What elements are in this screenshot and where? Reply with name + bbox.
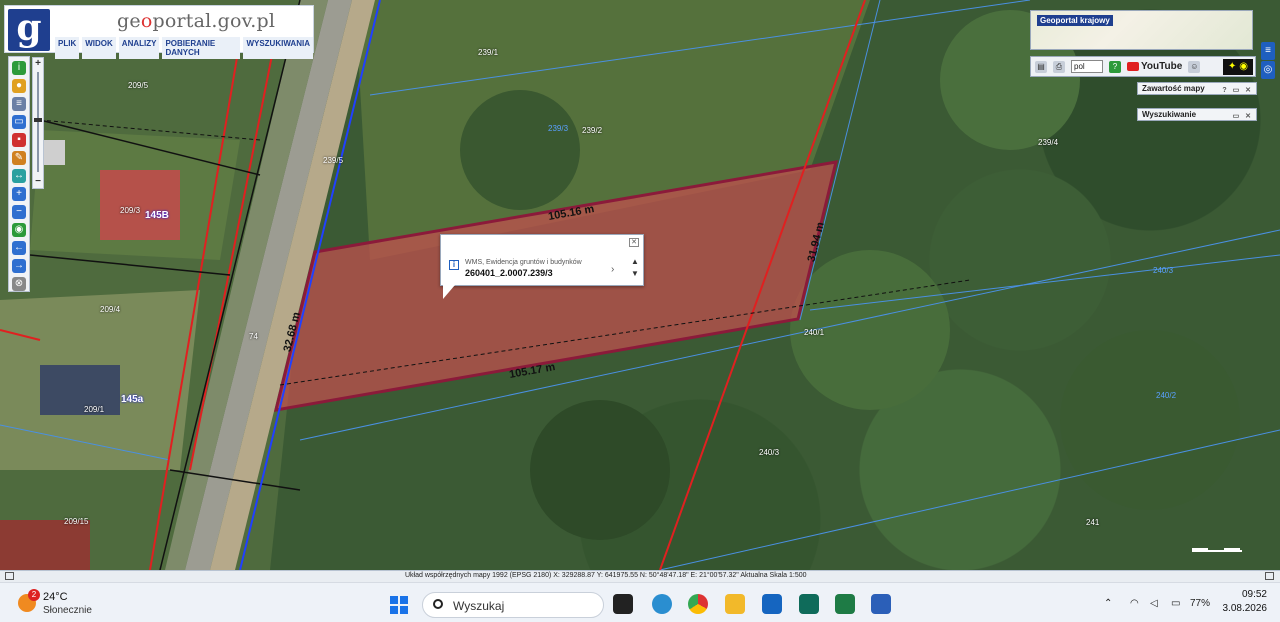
minimize-icon[interactable] bbox=[5, 572, 14, 580]
print-icon[interactable]: ⎙ bbox=[1053, 60, 1065, 73]
menu-pobieranie-danych[interactable]: POBIERANIE DANYCH bbox=[162, 37, 241, 59]
map-contents-panel[interactable]: Zawartość mapy? ▭ ✕ bbox=[1137, 82, 1257, 95]
document-icon[interactable]: ≡ bbox=[12, 97, 26, 111]
language-select[interactable]: pol bbox=[1071, 60, 1103, 73]
side-tab-eye-icon[interactable]: ◎ bbox=[1261, 61, 1275, 79]
maximize-icon[interactable] bbox=[1265, 572, 1274, 580]
scroll-down-icon[interactable]: ▼ bbox=[631, 269, 639, 279]
zoom-in-icon[interactable]: + bbox=[12, 187, 26, 201]
menu-widok[interactable]: WIDOK bbox=[82, 37, 116, 59]
parcel-label: 239/5 bbox=[323, 156, 344, 165]
media-icon[interactable] bbox=[799, 594, 819, 614]
menu-analizy[interactable]: ANALIZY bbox=[118, 37, 160, 59]
wifi-icon[interactable]: ◠ bbox=[1130, 598, 1139, 609]
popup-parcel-id[interactable]: 260401_2.0007.239/3 bbox=[465, 268, 553, 278]
parcel-label: 240/3 bbox=[759, 448, 780, 457]
search-placeholder: Wyszukaj bbox=[453, 599, 505, 613]
main-menu: PLIK WIDOK ANALIZY POBIERANIE DANYCH WYS… bbox=[55, 37, 313, 59]
parcel-label: 209/3 bbox=[120, 206, 141, 215]
windows-taskbar: 2 24°C Słonecznie Wyszukaj ⌃ ◠ ◁ ▭ 77% 0… bbox=[0, 582, 1280, 622]
side-tab-icon[interactable]: ≡ bbox=[1261, 42, 1275, 60]
overview-title: Geoportal krajowy bbox=[1037, 15, 1113, 26]
search-panel[interactable]: Wyszukiwanie ▭ ✕ bbox=[1137, 108, 1257, 121]
select-icon[interactable]: ▭ bbox=[12, 115, 26, 129]
globe-icon[interactable]: ◉ bbox=[12, 223, 26, 237]
zoom-minus-button[interactable]: − bbox=[33, 177, 43, 187]
clear-icon[interactable]: ⊗ bbox=[12, 277, 26, 291]
clock-date[interactable]: 3.08.2026 bbox=[1215, 603, 1268, 614]
start-button[interactable] bbox=[390, 596, 408, 614]
excel-icon[interactable] bbox=[835, 594, 855, 614]
help-icon[interactable]: ? bbox=[1109, 60, 1121, 73]
parcel-label: 241 bbox=[1086, 518, 1100, 527]
youtube-link[interactable]: YouTube bbox=[1127, 61, 1182, 72]
youtube-icon bbox=[1127, 62, 1139, 71]
taskbar-search[interactable]: Wyszukaj bbox=[422, 592, 604, 618]
accessibility-icon[interactable]: ☺ bbox=[1188, 60, 1201, 73]
battery-icon[interactable]: ▭ bbox=[1171, 598, 1180, 609]
parcel-info-popup: ✕ i WMS, Ewidencja gruntów i budynków 26… bbox=[440, 234, 644, 299]
contrast-eye-button[interactable]: ✦ ◉ bbox=[1223, 58, 1253, 75]
popup-source: WMS, Ewidencja gruntów i budynków bbox=[465, 259, 582, 266]
parcel-label: 74 bbox=[249, 332, 258, 341]
scale-bar bbox=[1192, 548, 1242, 552]
chrome-icon[interactable] bbox=[688, 594, 708, 614]
weather-temperature[interactable]: 24°C bbox=[43, 591, 68, 603]
zoom-out-icon[interactable]: − bbox=[12, 205, 26, 219]
parcel-label: 239/2 bbox=[582, 126, 603, 135]
chevron-up-icon[interactable]: ⌃ bbox=[1104, 598, 1112, 609]
battery-percent: 77% bbox=[1190, 598, 1211, 609]
address-label: 145a bbox=[121, 394, 144, 405]
app-header: g geoportal.gov.pl PLIK WIDOK ANALIZY PO… bbox=[4, 5, 314, 59]
close-icon[interactable]: ✕ bbox=[629, 238, 639, 247]
parcel-label: 209/4 bbox=[100, 305, 121, 314]
popup-scroller[interactable]: ▲ ▼ bbox=[631, 257, 639, 279]
coordinates-readout: Układ współrzędnych mapy 1992 (EPSG 2180… bbox=[405, 572, 807, 579]
chevron-right-icon[interactable]: › bbox=[611, 264, 614, 275]
overview-map[interactable]: Geoportal krajowy bbox=[1030, 10, 1253, 50]
parcel-label: 209/1 bbox=[84, 405, 105, 414]
back-arrow-icon[interactable]: ← bbox=[12, 241, 26, 255]
task-view-icon[interactable] bbox=[613, 594, 633, 614]
menu-wyszukiwania[interactable]: WYSZUKIWANIA bbox=[243, 37, 313, 59]
zoom-plus-button[interactable]: + bbox=[33, 59, 43, 69]
parcel-label: 239/4 bbox=[1038, 138, 1059, 147]
parcel-label: 239/1 bbox=[478, 48, 499, 57]
parcel-label: 240/1 bbox=[804, 328, 825, 337]
print-icon[interactable]: ▪ bbox=[12, 133, 26, 147]
photos-icon[interactable] bbox=[652, 594, 672, 614]
outlook-icon[interactable] bbox=[762, 594, 782, 614]
forward-arrow-icon[interactable]: → bbox=[12, 259, 26, 273]
status-bar: Układ współrzędnych mapy 1992 (EPSG 2180… bbox=[0, 570, 1280, 582]
parcel-label: 209/5 bbox=[128, 81, 149, 90]
address-label: 145B bbox=[145, 210, 169, 221]
info-icon[interactable]: i bbox=[12, 61, 26, 75]
pencil-icon[interactable]: ✎ bbox=[12, 151, 26, 165]
layers-icon[interactable]: ● bbox=[12, 79, 26, 93]
weather-description[interactable]: Słonecznie bbox=[43, 605, 92, 616]
word-icon[interactable] bbox=[871, 594, 891, 614]
parcel-label: 239/3 bbox=[548, 124, 569, 133]
site-title: geoportal.gov.pl bbox=[117, 10, 276, 32]
search-icon bbox=[433, 599, 443, 609]
weather-badge: 2 bbox=[28, 589, 40, 601]
menu-plik[interactable]: PLIK bbox=[55, 37, 80, 59]
control-bar: ▤ ⎙ pol ? YouTube ☺ ✦ ◉ bbox=[1030, 56, 1256, 77]
volume-icon[interactable]: ◁ bbox=[1150, 598, 1158, 609]
geoportal-logo[interactable]: g bbox=[8, 9, 50, 51]
measure-icon[interactable]: ↔ bbox=[12, 169, 26, 183]
parcel-label: 240/2 bbox=[1156, 391, 1177, 400]
map-toolbar: i ● ≡ ▭ ▪ ✎ ↔ + − ◉ ← → ⊗ bbox=[8, 56, 30, 292]
file-explorer-icon[interactable] bbox=[725, 594, 745, 614]
parcel-label: 209/15 bbox=[64, 517, 89, 526]
parcel-label: 240/3 bbox=[1153, 266, 1174, 275]
info-icon: i bbox=[449, 260, 459, 270]
document-icon[interactable]: ▤ bbox=[1035, 60, 1047, 73]
clock-time[interactable]: 09:52 bbox=[1225, 589, 1267, 600]
zoom-handle[interactable] bbox=[34, 118, 42, 122]
scroll-up-icon[interactable]: ▲ bbox=[631, 257, 639, 267]
zoom-slider[interactable]: + − bbox=[32, 57, 44, 189]
